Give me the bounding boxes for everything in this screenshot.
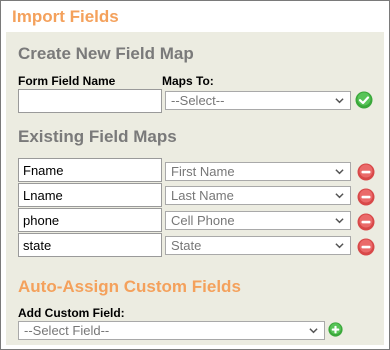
minus-icon [357, 238, 375, 256]
existing-mapped-select-value: State [171, 238, 202, 253]
existing-mapped-select[interactable]: Last Name [165, 186, 351, 205]
minus-icon [357, 163, 375, 181]
existing-field-input[interactable] [18, 233, 162, 257]
minus-icon [357, 188, 375, 206]
add-field-map-button[interactable] [355, 91, 373, 109]
create-section-heading: Create New Field Map [18, 44, 194, 63]
remove-field-map-button[interactable] [357, 163, 375, 181]
chevron-down-icon [335, 98, 344, 104]
existing-field-input[interactable] [18, 158, 162, 182]
existing-mapped-select-value: First Name [171, 164, 235, 179]
form-field-name-label: Form Field Name [18, 74, 116, 88]
maps-to-select[interactable]: --Select-- [165, 91, 351, 110]
add-custom-field-button[interactable] [328, 322, 343, 337]
existing-field-input[interactable] [18, 183, 162, 207]
maps-to-label: Maps To: [162, 74, 214, 88]
chevron-down-icon [335, 169, 344, 175]
existing-mapped-select-value: Last Name [171, 188, 234, 203]
remove-field-map-button[interactable] [357, 238, 375, 256]
check-icon [355, 91, 373, 109]
existing-section-heading: Existing Field Maps [18, 127, 177, 146]
plus-icon [328, 322, 343, 337]
add-custom-field-label: Add Custom Field: [18, 306, 125, 320]
existing-mapped-select[interactable]: First Name [165, 162, 351, 181]
import-fields-panel: Import Fields Create New Field Map Form … [0, 0, 390, 350]
panel-title: Import Fields [12, 7, 119, 26]
custom-field-select[interactable]: --Select Field-- [18, 321, 325, 340]
panel-body: Create New Field Map Form Field Name Map… [6, 32, 384, 345]
chevron-down-icon [335, 243, 344, 249]
existing-mapped-select[interactable]: State [165, 236, 351, 255]
maps-to-select-value: --Select-- [171, 93, 225, 108]
custom-field-select-value: --Select Field-- [24, 323, 110, 338]
chevron-down-icon [335, 218, 344, 224]
remove-field-map-button[interactable] [357, 213, 375, 231]
auto-assign-section-heading: Auto-Assign Custom Fields [18, 277, 241, 296]
chevron-down-icon [309, 328, 318, 334]
existing-field-input[interactable] [18, 208, 162, 232]
existing-mapped-select-value: Cell Phone [171, 213, 235, 228]
minus-icon [357, 213, 375, 231]
form-field-name-input[interactable] [18, 89, 162, 113]
chevron-down-icon [335, 193, 344, 199]
existing-mapped-select[interactable]: Cell Phone [165, 211, 351, 230]
remove-field-map-button[interactable] [357, 188, 375, 206]
